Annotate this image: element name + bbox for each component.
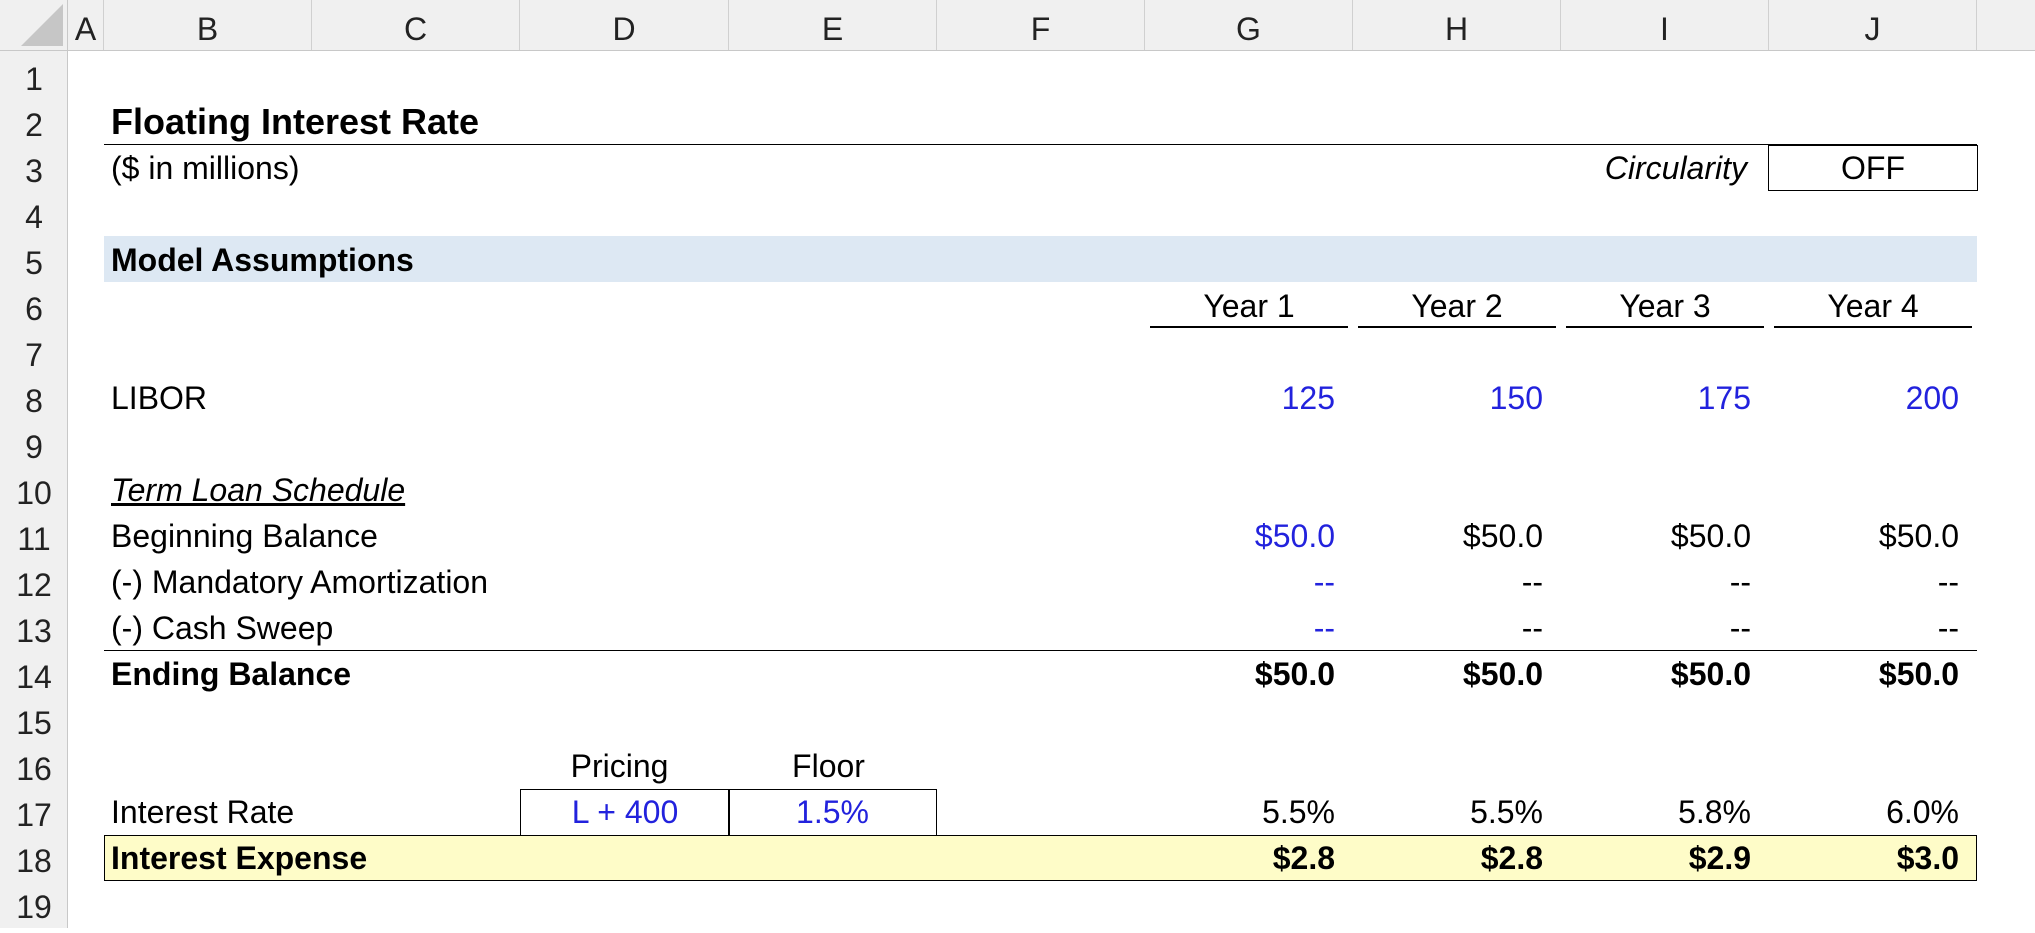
floor-input[interactable]: 1.5% [728,789,937,836]
section-title[interactable]: Model Assumptions [111,237,414,283]
year-3-header[interactable]: Year 3 [1566,283,1764,329]
row-header-4[interactable]: 4 [0,191,68,237]
year-2-header[interactable]: Year 2 [1358,283,1556,329]
row-header-16[interactable]: 16 [0,743,68,789]
interest-rate-year-3[interactable]: 5.8% [1561,789,1751,835]
row-header-12[interactable]: 12 [0,559,68,605]
term-loan-schedule-header[interactable]: Term Loan Schedule [111,467,405,513]
pricing-input[interactable]: L + 400 [520,789,730,836]
year-4-underline [1774,326,1972,328]
beginning-balance-year-2[interactable]: $50.0 [1353,513,1543,559]
interest-expense-year-3[interactable]: $2.9 [1561,835,1751,881]
mandatory-amortization-year-3[interactable]: -- [1561,559,1751,605]
row-header-1[interactable]: 1 [0,53,68,99]
row-header-3[interactable]: 3 [0,145,68,191]
year-2-underline [1358,326,1556,328]
row-header-15[interactable]: 15 [0,697,68,743]
column-header-h[interactable]: H [1353,0,1561,50]
row-header-17[interactable]: 17 [0,789,68,835]
row-header-6[interactable]: 6 [0,283,68,329]
libor-year-4[interactable]: 200 [1769,375,1959,421]
beginning-balance-year-4[interactable]: $50.0 [1769,513,1959,559]
interest-expense-year-4[interactable]: $3.0 [1769,835,1959,881]
row-header-2[interactable]: 2 [0,99,68,145]
row-header-18[interactable]: 18 [0,835,68,881]
libor-label[interactable]: LIBOR [111,375,207,421]
row-header-11[interactable]: 11 [0,513,68,559]
year-1-header[interactable]: Year 1 [1150,283,1348,329]
select-all-triangle-icon [21,4,63,46]
row-header-5[interactable]: 5 [0,237,68,283]
circularity-toggle[interactable]: OFF [1768,145,1978,191]
column-header-c[interactable]: C [312,0,520,50]
row-header-9[interactable]: 9 [0,421,68,467]
column-header-g[interactable]: G [1145,0,1353,50]
interest-rate-year-4[interactable]: 6.0% [1769,789,1959,835]
column-header-i[interactable]: I [1561,0,1769,50]
beginning-balance-year-1[interactable]: $50.0 [1145,513,1335,559]
cash-sweep-year-4[interactable]: -- [1769,605,1959,651]
column-header-a[interactable]: A [68,0,104,50]
row-header-13[interactable]: 13 [0,605,68,651]
interest-rate-label[interactable]: Interest Rate [111,789,294,835]
column-header-j[interactable]: J [1769,0,1977,50]
mandatory-amortization-year-2[interactable]: -- [1353,559,1543,605]
subtitle-units[interactable]: ($ in millions) [111,145,299,191]
column-header-f[interactable]: F [937,0,1145,50]
cash-sweep-label[interactable]: (-) Cash Sweep [111,605,333,651]
row-header-10[interactable]: 10 [0,467,68,513]
interest-rate-year-2[interactable]: 5.5% [1353,789,1543,835]
libor-year-2[interactable]: 150 [1353,375,1543,421]
column-header-b[interactable]: B [104,0,312,50]
page-title[interactable]: Floating Interest Rate [111,99,479,145]
mandatory-amortization-label[interactable]: (-) Mandatory Amortization [111,559,488,605]
ending-balance-year-4[interactable]: $50.0 [1769,651,1959,697]
cash-sweep-year-2[interactable]: -- [1353,605,1543,651]
cash-sweep-year-1[interactable]: -- [1145,605,1335,651]
interest-rate-year-1[interactable]: 5.5% [1145,789,1335,835]
cash-sweep-year-3[interactable]: -- [1561,605,1751,651]
mandatory-amortization-year-1[interactable]: -- [1145,559,1335,605]
row-header-8[interactable]: 8 [0,375,68,421]
column-header-e[interactable]: E [729,0,937,50]
year-3-underline [1566,326,1764,328]
interest-expense-label[interactable]: Interest Expense [111,835,367,881]
ending-balance-year-1[interactable]: $50.0 [1145,651,1335,697]
pricing-header[interactable]: Pricing [520,743,719,789]
row-header-7[interactable]: 7 [0,329,68,375]
year-1-underline [1150,326,1348,328]
column-header-d[interactable]: D [520,0,729,50]
interest-expense-year-2[interactable]: $2.8 [1353,835,1543,881]
select-all-corner[interactable] [0,0,68,50]
mandatory-amortization-year-4[interactable]: -- [1769,559,1959,605]
floor-header[interactable]: Floor [729,743,928,789]
ending-balance-label[interactable]: Ending Balance [111,651,351,697]
interest-expense-year-1[interactable]: $2.8 [1145,835,1335,881]
row-header-14[interactable]: 14 [0,651,68,697]
ending-balance-year-2[interactable]: $50.0 [1353,651,1543,697]
libor-year-1[interactable]: 125 [1145,375,1335,421]
libor-year-3[interactable]: 175 [1561,375,1751,421]
year-4-header[interactable]: Year 4 [1774,283,1972,329]
row-header-19[interactable]: 19 [0,881,68,927]
circularity-label[interactable]: Circularity [1561,145,1747,191]
beginning-balance-year-3[interactable]: $50.0 [1561,513,1751,559]
beginning-balance-label[interactable]: Beginning Balance [111,513,378,559]
ending-balance-year-3[interactable]: $50.0 [1561,651,1751,697]
